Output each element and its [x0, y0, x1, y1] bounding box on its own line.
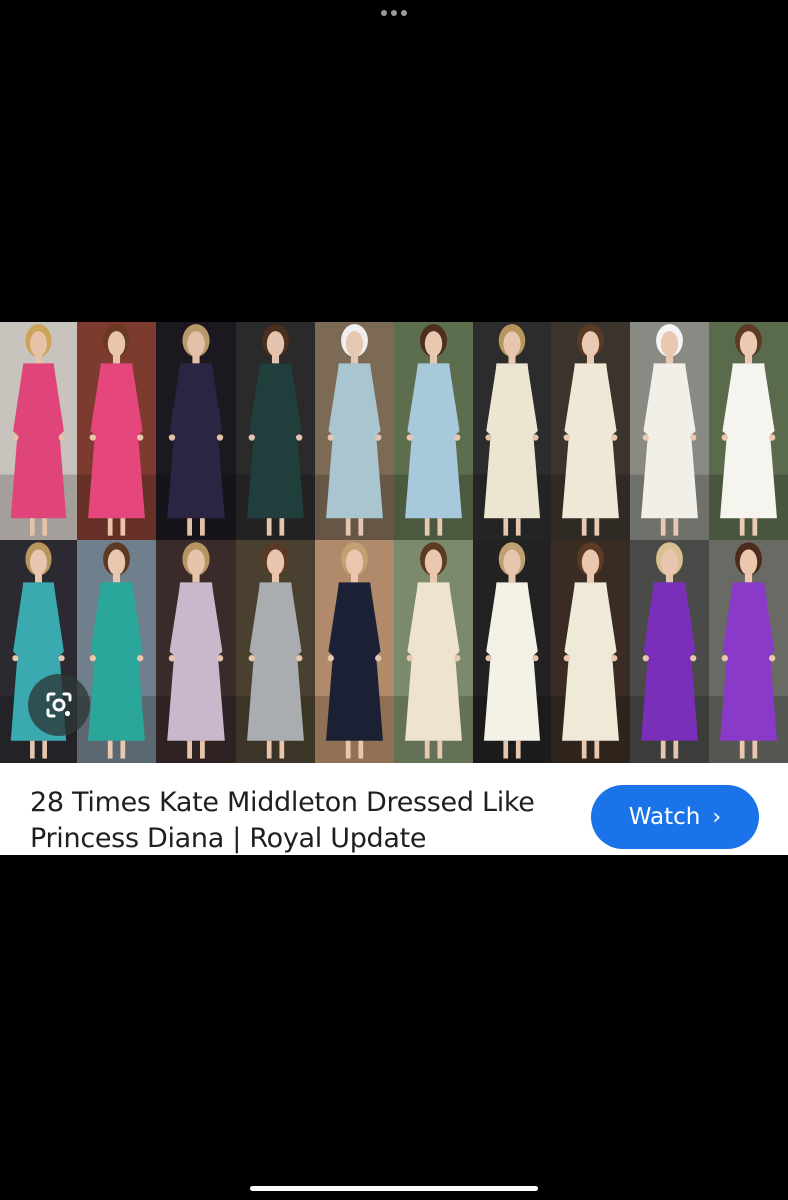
collage-photo	[630, 540, 709, 763]
collage-photo	[630, 322, 709, 540]
collage-photo	[236, 540, 315, 763]
more-dots-icon[interactable]	[381, 9, 407, 17]
result-caption-bar[interactable]: 28 Times Kate Middleton Dressed Like Pri…	[0, 763, 788, 855]
collage-photo	[77, 322, 156, 540]
watch-label: Watch	[628, 804, 701, 830]
home-indicator[interactable]	[250, 1186, 538, 1191]
result-image-collage[interactable]	[0, 322, 788, 763]
collage-photo	[315, 322, 394, 540]
collage-photo	[156, 322, 236, 540]
collage-photo	[236, 322, 315, 540]
dot	[391, 10, 397, 16]
collage-photo	[156, 540, 236, 763]
collage-photo	[551, 322, 630, 540]
chevron-right-icon: ›	[712, 804, 722, 830]
google-lens-icon	[46, 692, 72, 718]
collage-photo	[709, 322, 788, 540]
collage-photo	[0, 322, 77, 540]
collage-photo	[394, 322, 473, 540]
watch-button[interactable]: Watch ›	[591, 785, 759, 849]
collage-photo	[551, 540, 630, 763]
collage-photo	[709, 540, 788, 763]
video-title[interactable]: 28 Times Kate Middleton Dressed Like Pri…	[30, 785, 570, 857]
collage-photo	[473, 322, 551, 540]
collage-photo	[77, 540, 156, 763]
google-lens-button[interactable]	[28, 674, 90, 736]
dot	[381, 10, 387, 16]
dot	[401, 10, 407, 16]
collage-photo	[394, 540, 473, 763]
collage-photo	[473, 540, 551, 763]
collage-photo	[315, 540, 394, 763]
